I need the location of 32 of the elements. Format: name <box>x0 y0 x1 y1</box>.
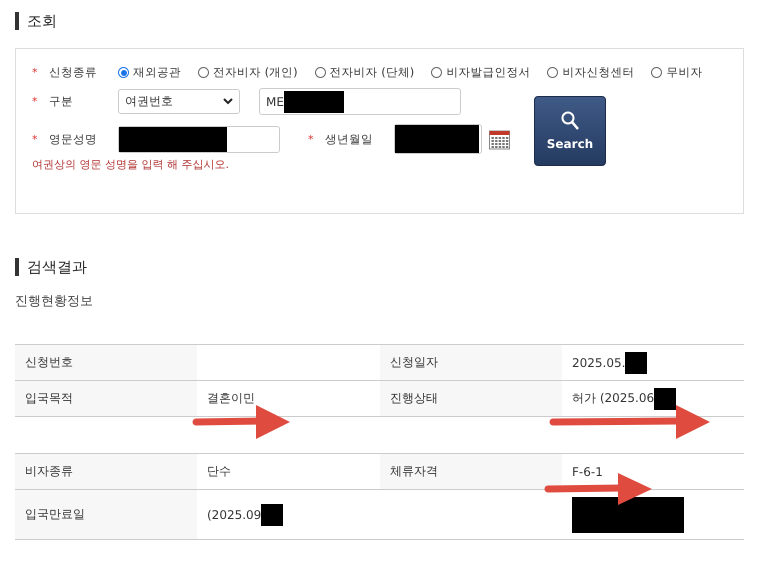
required-mark: * <box>32 132 38 146</box>
category-select[interactable]: 여권번호 <box>118 89 240 114</box>
section-title: 조회 <box>15 12 744 30</box>
table-header-cell: 신청일자 <box>380 345 562 381</box>
radio-option[interactable]: 비자발급인정서 <box>431 65 530 80</box>
search-icon <box>561 111 579 131</box>
radio-option[interactable]: 비자신청센터 <box>547 65 634 80</box>
required-mark: * <box>32 95 38 108</box>
chevron-icon <box>223 98 233 105</box>
required-mark: * <box>32 66 38 79</box>
field-label: 생년월일 <box>325 132 374 146</box>
field-label: 구분 <box>49 94 74 109</box>
radio-option[interactable]: 전자비자 (단체) <box>314 65 414 80</box>
radio-option[interactable]: 재외공관 <box>118 65 181 80</box>
calendar-icon[interactable] <box>489 128 510 150</box>
hint-text: 여권상의 영문 성명을 입력 해 주십시오. <box>32 157 230 172</box>
table-header-cell: 비자종류 <box>15 454 197 490</box>
search-button[interactable]: Search <box>534 96 606 166</box>
table-header-cell: 입국목적 <box>15 381 197 417</box>
section-subtitle: 진행현황정보 <box>15 293 94 310</box>
radio-option[interactable]: 전자비자 (개인) <box>198 65 298 80</box>
required-mark: * <box>308 132 314 146</box>
name-field[interactable] <box>118 126 280 152</box>
field-label: 영문성명 <box>49 132 98 146</box>
passport-number-field[interactable]: ME <box>259 88 461 115</box>
radio-option[interactable]: 무비자 <box>651 65 702 80</box>
section-title: 검색결과 <box>15 258 744 276</box>
field-label: 신청종류 <box>49 65 98 80</box>
table-header-cell: 체류자격 <box>380 454 562 490</box>
table-header-cell: 진행상태 <box>380 381 562 417</box>
table-header-cell: 입국만료일 <box>15 490 197 540</box>
table-header-cell: 신청번호 <box>15 345 197 381</box>
